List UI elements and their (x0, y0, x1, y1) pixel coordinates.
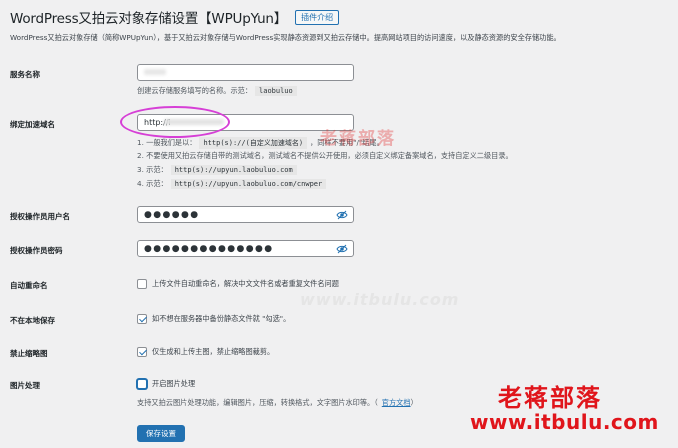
plugin-intro-button[interactable]: 插件介绍 (295, 9, 340, 25)
domain-hint-3-pre: 3. 示范： (137, 165, 168, 174)
eye-slash-icon[interactable] (336, 244, 348, 254)
image-processing-checkbox[interactable] (137, 379, 147, 389)
highlight-ellipse (120, 106, 230, 138)
auto-rename-checkbox[interactable] (137, 279, 147, 289)
no-local-save-checkbox[interactable] (137, 314, 147, 324)
auto-rename-row: 上传文件自动重命名，解决中文文件名或者重复文件名问题 (137, 279, 339, 289)
image-processing-desc: 支持又拍云图片处理功能，编辑图片，压缩，转换格式，文字图片水印等。（ 官方文档 … (137, 398, 418, 408)
watermark-logo: 老蒋部落 (498, 384, 602, 412)
auto-rename-label: 自动重命名 (10, 281, 48, 290)
domain-hint-3-code: http(s)://upyun.laobuluo.com (170, 165, 297, 175)
no-local-save-text: 如不想在服务器中备份静态文件就 "勾选"。 (152, 314, 291, 323)
image-processing-label: 图片处理 (10, 381, 40, 390)
operator-password-value: ●●●●●●●●●●●●●● (144, 243, 274, 254)
operator-password-input[interactable]: ●●●●●●●●●●●●●● (137, 240, 354, 257)
page-description: WordPress又拍云对象存储（简称WPUpYun），基于又拍云对象存储与Wo… (10, 33, 561, 42)
domain-hint-4-code: http(s)://upyun.laobuluo.com/cnwper (170, 179, 327, 189)
official-docs-link[interactable]: 官方文档 (382, 398, 411, 408)
disable-thumbnails-checkbox[interactable] (137, 347, 147, 357)
settings-page: WordPress又拍云对象存储设置【WPUpYun】 插件介绍 WordPre… (0, 0, 678, 448)
domain-label: 绑定加速域名 (10, 120, 55, 129)
service-name-redaction (144, 69, 166, 75)
service-name-input[interactable] (137, 64, 354, 81)
title-row: WordPress又拍云对象存储设置【WPUpYun】 插件介绍 (10, 7, 340, 27)
disable-thumbnails-text: 仅生成和上传主图，禁止缩略图裁剪。 (152, 347, 275, 356)
image-processing-desc-text: 支持又拍云图片处理功能，编辑图片，压缩，转换格式，文字图片水印等。（ (137, 398, 378, 407)
service-name-hint: 创建云存储服务填写的名称。示范： laobuluo (137, 86, 300, 96)
auto-rename-text: 上传文件自动重命名，解决中文文件名或者重复文件名问题 (152, 279, 339, 288)
domain-hint-3: 3. 示范： http(s)://upyun.laobuluo.com (137, 165, 300, 175)
domain-hint-1-code: http(s)://(自定义加速域名) (199, 137, 308, 149)
operator-user-input[interactable]: ●●●●●● (137, 206, 354, 223)
save-settings-button[interactable]: 保存设置 (137, 425, 185, 442)
operator-password-label: 授权操作员密码 (10, 246, 63, 255)
image-processing-text: 开启图片处理 (152, 379, 196, 388)
operator-user-label: 授权操作员用户名 (10, 212, 70, 221)
domain-hint-2: 2. 不要使用又拍云存储自带的测试域名，测试域名不提供公开使用，必须自定义绑定备… (137, 151, 513, 160)
no-local-save-label: 不在本地保存 (10, 316, 55, 325)
disable-thumbnails-label: 禁止缩略图 (10, 349, 48, 358)
watermark-faint: www.itbulu.com (300, 290, 460, 309)
service-name-hint-text: 创建云存储服务填写的名称。示范： (137, 86, 253, 95)
image-processing-row: 开启图片处理 (137, 379, 195, 389)
domain-hint-4-pre: 4. 示范： (137, 179, 168, 188)
watermark-small: 老蒋部落 (320, 129, 396, 149)
disable-thumbnails-row: 仅生成和上传主图，禁止缩略图裁剪。 (137, 347, 274, 357)
operator-user-value: ●●●●●● (144, 209, 200, 220)
image-processing-desc-close: ） (410, 398, 418, 407)
no-local-save-row: 如不想在服务器中备份静态文件就 "勾选"。 (137, 314, 290, 324)
domain-hint-4: 4. 示范： http(s)://upyun.laobuluo.com/cnwp… (137, 179, 329, 189)
service-name-hint-code: laobuluo (255, 86, 297, 96)
eye-slash-icon[interactable] (336, 210, 348, 220)
domain-hint-1-pre: 1. 一般我们是以： (137, 138, 197, 147)
page-title: WordPress又拍云对象存储设置【WPUpYun】 (10, 11, 288, 27)
watermark-url: www.itbulu.com (470, 410, 659, 434)
service-name-label: 服务名称 (10, 70, 40, 79)
